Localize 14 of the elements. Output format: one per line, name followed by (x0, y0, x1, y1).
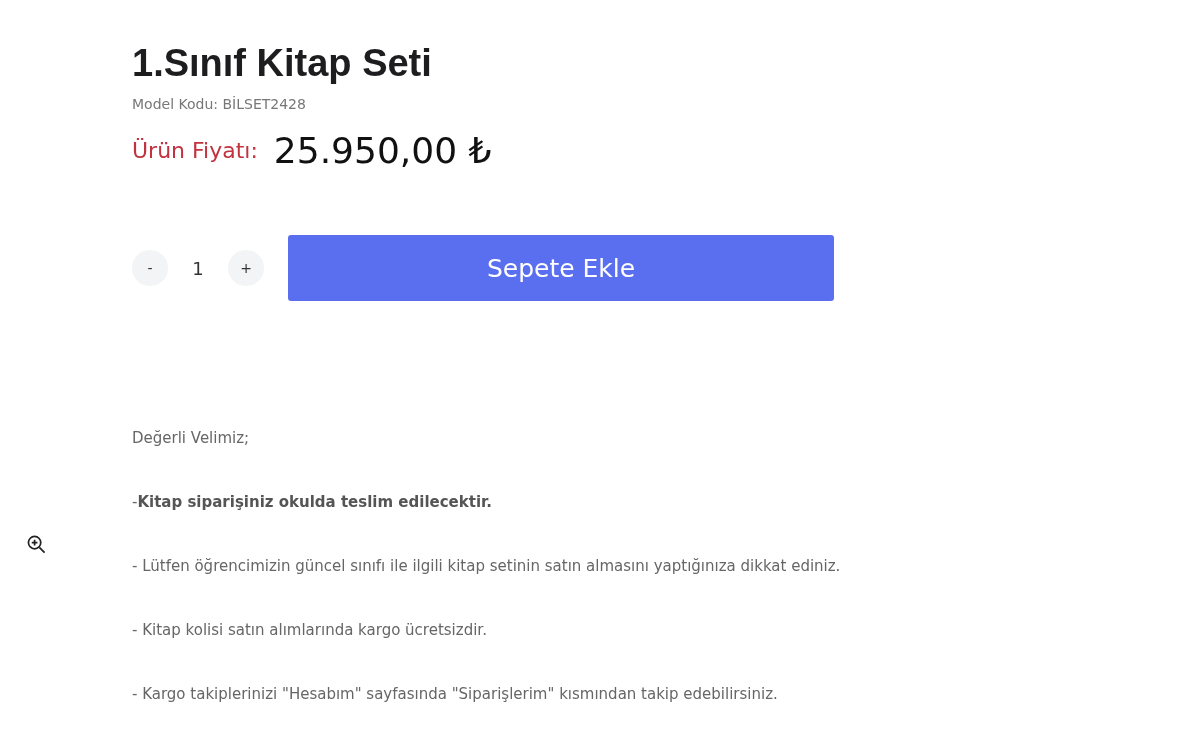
price-label: Ürün Fiyatı: (132, 138, 258, 163)
description-paragraph: - Kargo takiplerinizi "Hesabım" sayfasında "Siparişlerim" kısmından takip edebilirsiniz. (132, 684, 779, 705)
description-paragraph: -Kitap siparişiniz okulda teslim edilecektir. (132, 492, 494, 513)
quantity-value: 1 (191, 257, 205, 279)
price: 25.950,00 ₺ (273, 130, 492, 171)
zoom-in-icon[interactable] (27, 535, 46, 554)
model-code: Model Kodu: BİLSET2428 (132, 96, 307, 112)
decrease-button[interactable]: - (132, 250, 168, 286)
product-title: 1.Sınıf Kitap Seti (132, 41, 433, 86)
description-paragraph: - Kitap kolisi satın alımlarında kargo ücretsizdir. (132, 620, 488, 641)
description-paragraph: Değerli Velimiz; (132, 428, 251, 449)
description-paragraph: - Lütfen öğrencimizin güncel sınıfı ile ilgili kitap setinin satın almasını yaptığınıza dikkat ediniz. (132, 556, 842, 577)
increase-button[interactable]: + (228, 250, 264, 286)
add-to-cart-button[interactable]: Sepete Ekle (288, 235, 834, 301)
